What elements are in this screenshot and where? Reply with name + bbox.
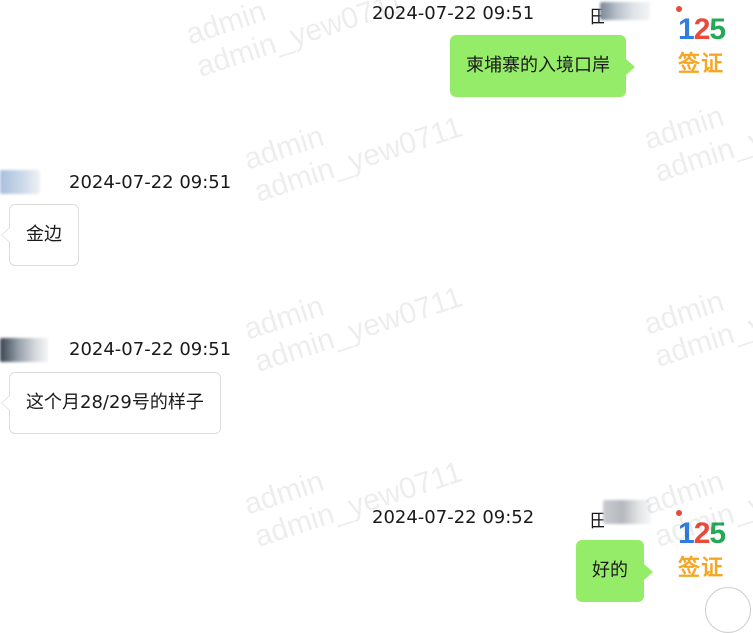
avatar-logo-number: 125 xyxy=(678,13,726,46)
message-timestamp: 2024-07-22 09:52 xyxy=(372,507,535,528)
blurred-sender-name xyxy=(603,500,651,524)
circle-button-icon[interactable] xyxy=(705,587,751,633)
message-text: 柬埔寨的入境口岸 xyxy=(466,55,610,76)
message-bubble[interactable]: 这个月28/29号的样子 xyxy=(1,372,221,434)
blurred-avatar xyxy=(0,170,40,194)
avatar[interactable]: 125 签证 xyxy=(668,6,738,78)
watermark: admin admin_yew0711 xyxy=(240,455,467,554)
message-text: 金边 xyxy=(26,224,62,245)
message-bubble[interactable]: 好的 xyxy=(576,540,653,602)
avatar[interactable]: 125 签证 xyxy=(668,510,738,582)
message-timestamp: 2024-07-22 09:51 xyxy=(372,3,535,24)
logo-dot-icon xyxy=(676,6,682,12)
watermark: admin admin_yew0711 xyxy=(640,275,753,374)
message-timestamp: 2024-07-22 09:51 xyxy=(69,172,232,193)
watermark: admin admin_yew0711 xyxy=(240,110,467,209)
avatar-logo-text: 签证 xyxy=(678,52,725,77)
blurred-avatar xyxy=(0,338,48,362)
avatar-logo-text: 签证 xyxy=(678,556,725,581)
watermark: admin admin_yew0711 xyxy=(240,280,467,379)
message-bubble[interactable]: 柬埔寨的入境口岸 xyxy=(450,35,635,97)
logo-dot-icon xyxy=(676,510,682,516)
message-text: 好的 xyxy=(592,560,628,581)
sender-name: 田 xyxy=(590,511,604,532)
message-bubble[interactable]: 金边 xyxy=(1,204,79,266)
blurred-sender-name xyxy=(600,2,650,20)
message-text: 这个月28/29号的样子 xyxy=(26,392,204,413)
message-timestamp: 2024-07-22 09:51 xyxy=(69,339,232,360)
avatar-logo-number: 125 xyxy=(678,517,726,550)
